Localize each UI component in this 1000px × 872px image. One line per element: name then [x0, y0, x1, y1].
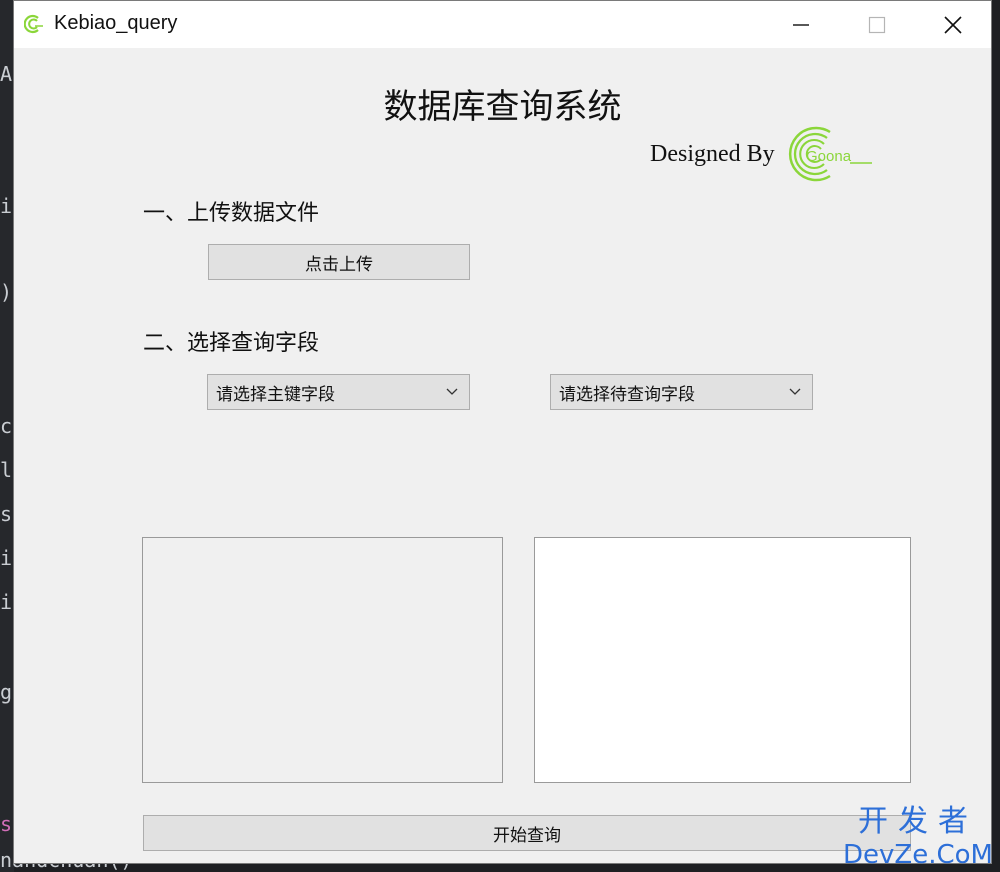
minimize-icon — [793, 23, 809, 26]
chevron-down-icon — [446, 388, 458, 395]
app-window: Kebiao_query 数据库查询系统 Designed By Goona 一… — [13, 0, 992, 864]
title-bar[interactable]: Kebiao_query — [14, 1, 991, 48]
upload-button[interactable]: 点击上传 — [208, 244, 470, 280]
background-code-char: i — [0, 194, 13, 218]
query-result-panel[interactable] — [534, 537, 911, 783]
goona-logo: Goona — [788, 126, 872, 182]
primary-key-list-panel[interactable] — [142, 537, 503, 783]
maximize-button[interactable] — [854, 1, 900, 48]
background-code-char: ) — [0, 280, 13, 304]
background-code-char: s — [0, 502, 13, 526]
watermark-line2: DevZe.CoM — [843, 840, 993, 870]
query-field-select[interactable]: 请选择待查询字段 — [550, 374, 813, 410]
primary-key-select-value: 请选择主键字段 — [216, 384, 335, 405]
field-section-heading: 二、选择查询字段 — [143, 331, 320, 356]
background-code-char: c — [0, 414, 13, 438]
minimize-button[interactable] — [778, 1, 824, 48]
primary-key-select[interactable]: 请选择主键字段 — [207, 374, 470, 410]
close-button[interactable] — [930, 1, 976, 48]
upload-section-heading: 一、上传数据文件 — [143, 201, 320, 226]
background-code-char: i — [0, 590, 13, 614]
designed-by-label: Designed By — [650, 141, 775, 167]
window-title: Kebiao_query — [54, 12, 178, 34]
maximize-icon — [868, 16, 886, 33]
watermark-line1: 开发者 — [858, 804, 978, 839]
background-code-char: i — [0, 546, 13, 570]
close-icon — [944, 15, 962, 34]
start-query-button[interactable]: 开始查询 — [143, 815, 911, 851]
background-code-char: g — [0, 680, 13, 704]
background-code-char: A — [0, 62, 13, 86]
chevron-down-icon — [789, 388, 801, 395]
background-code-char: l — [0, 458, 13, 482]
app-logo-icon — [24, 14, 43, 34]
background-code-char: s — [0, 812, 13, 836]
query-field-select-value: 请选择待查询字段 — [559, 384, 695, 405]
logo-text: Goona — [806, 148, 852, 165]
page-title: 数据库查询系统 — [383, 87, 622, 127]
site-watermark: 开发者 DevZe.CoM — [843, 803, 993, 869]
